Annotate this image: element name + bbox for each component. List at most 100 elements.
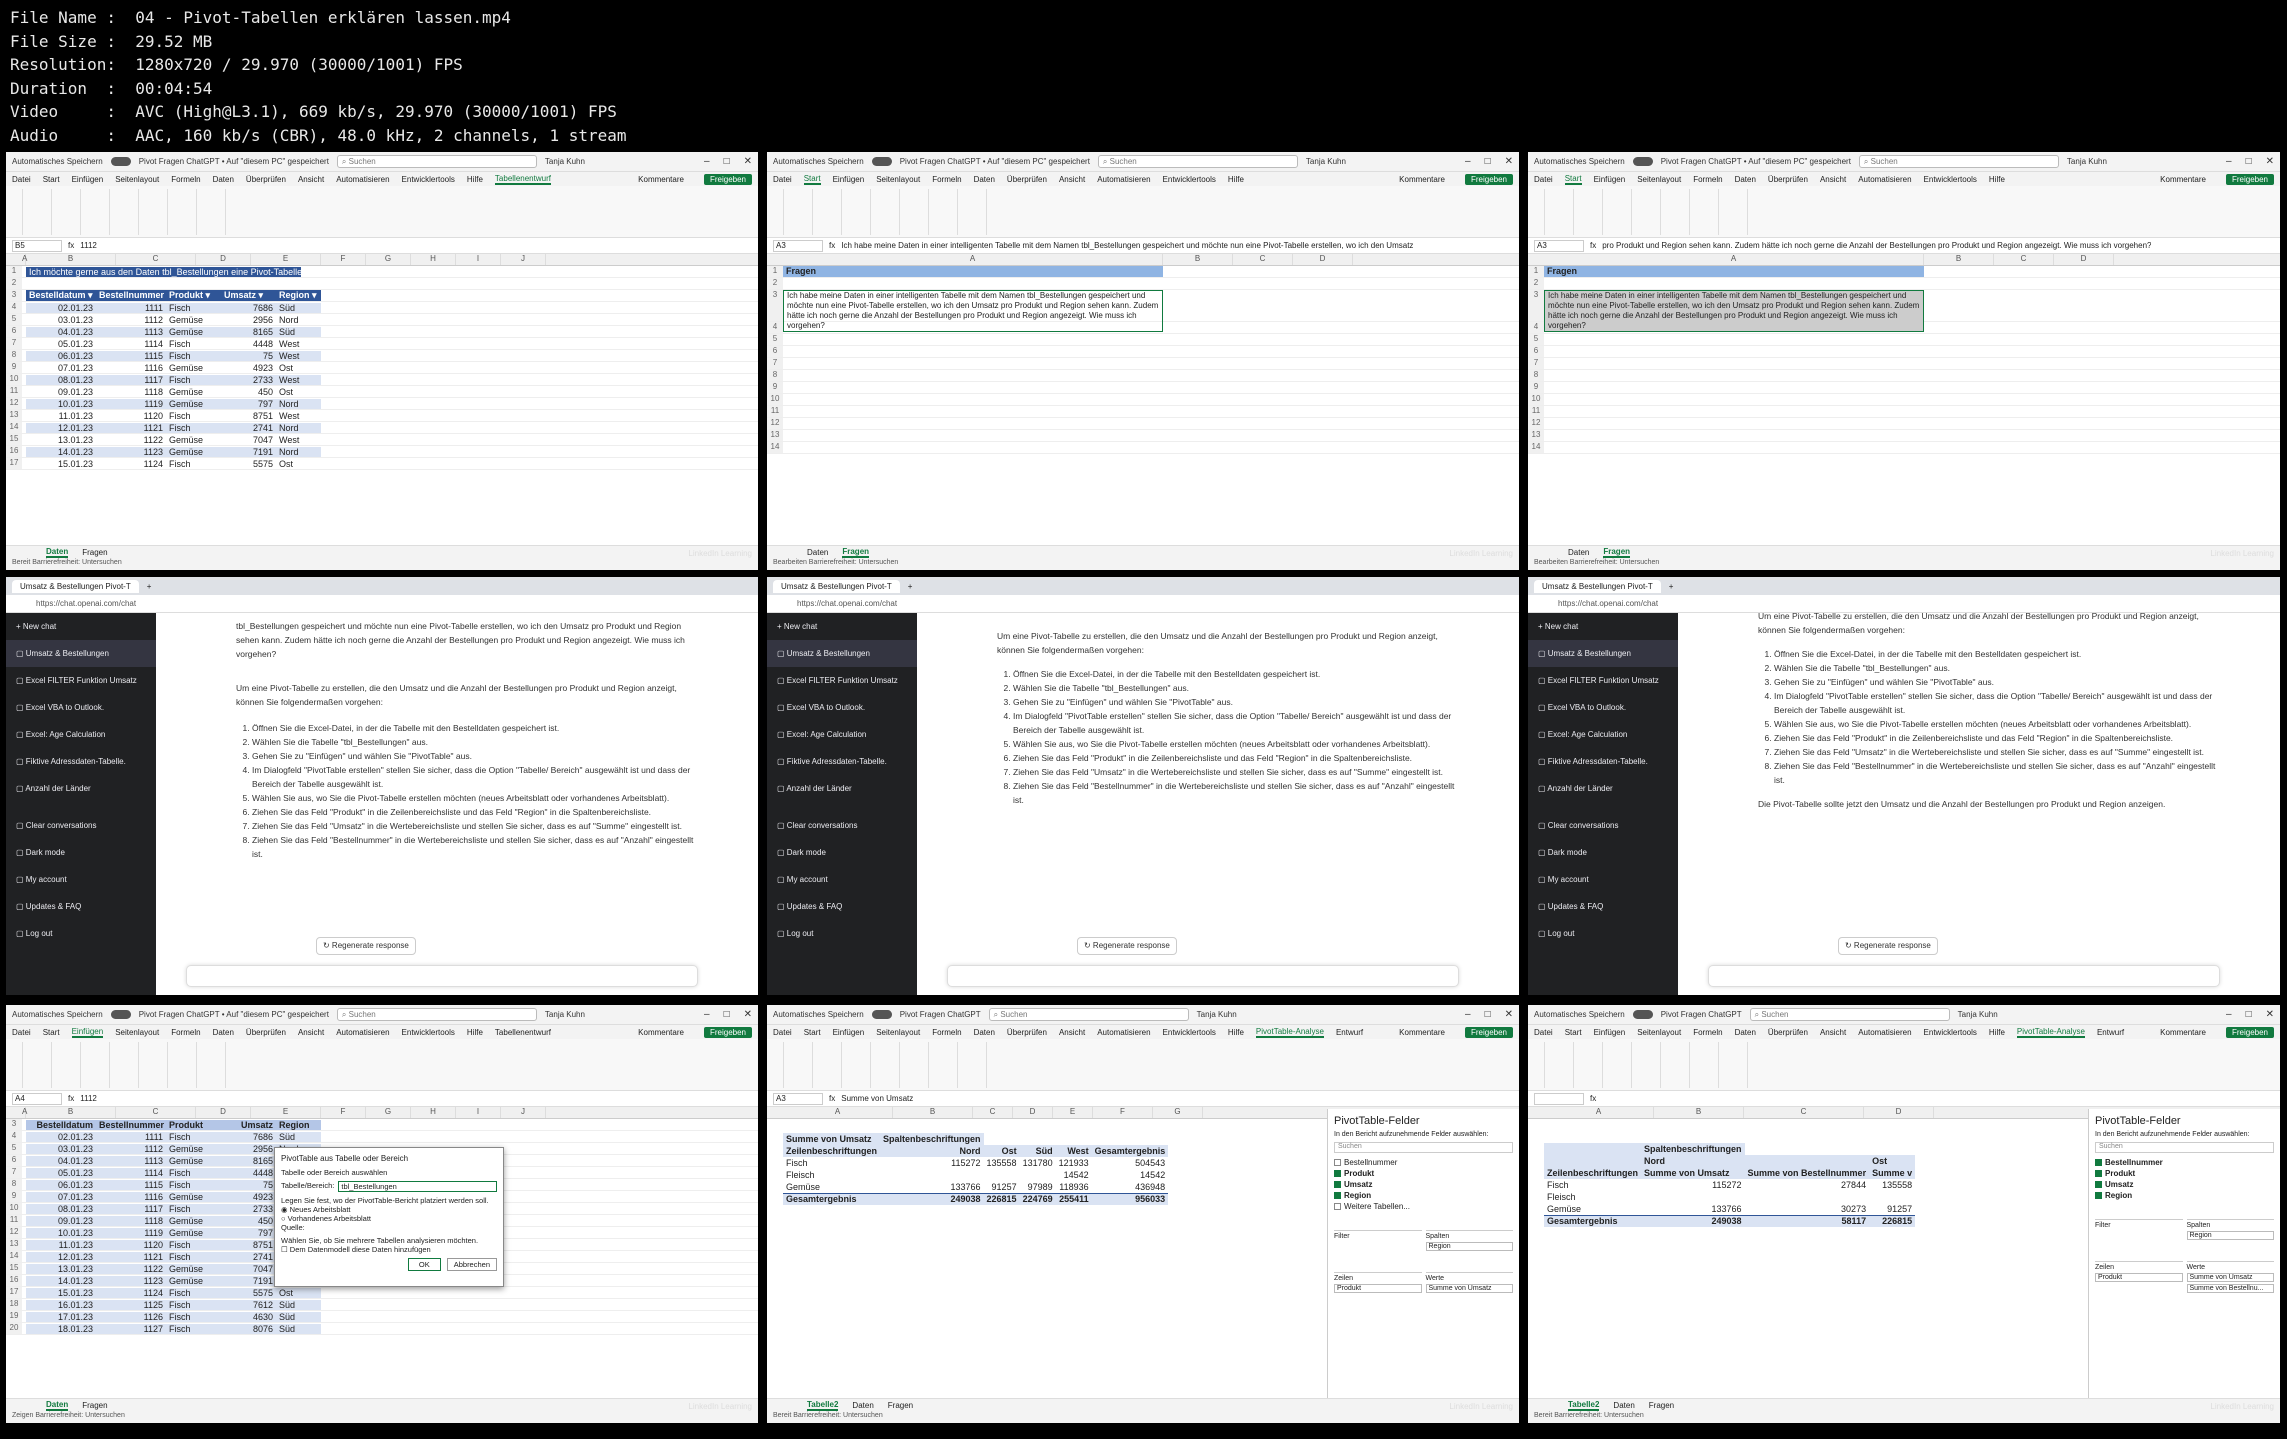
table-cell[interactable]: 02.01.23 (26, 1131, 96, 1142)
ribbon-tab[interactable]: Entwicklertools (402, 175, 455, 184)
column-header[interactable]: H (411, 254, 456, 265)
table-cell[interactable]: 450 (221, 1215, 276, 1226)
table-cell[interactable]: West (276, 435, 321, 445)
table-cell[interactable]: 15.01.23 (26, 459, 96, 469)
table-cell[interactable]: 1117 (96, 1203, 166, 1214)
table-cell[interactable]: 1115 (96, 1179, 166, 1190)
table-cell[interactable]: 2956 (221, 1143, 276, 1154)
field-item[interactable]: Bestellnummer (2095, 1157, 2274, 1168)
ribbon-tab[interactable]: Datei (1534, 1028, 1553, 1037)
autosave-toggle[interactable] (110, 157, 131, 166)
table-cell[interactable]: 07.01.23 (26, 1191, 96, 1202)
table-cell[interactable]: Gemüse (166, 363, 221, 373)
table-cell[interactable]: Fisch (166, 411, 221, 421)
close-icon[interactable]: ✕ (744, 1009, 752, 1020)
table-cell[interactable]: 75 (221, 1179, 276, 1190)
table-header[interactable]: Umsatz ▾ (221, 290, 276, 301)
table-cell[interactable]: 1115 (96, 350, 166, 361)
ribbon-tab[interactable]: Formeln (932, 1028, 961, 1037)
minimize-icon[interactable]: – (704, 156, 710, 167)
table-cell[interactable]: 2956 (221, 315, 276, 325)
formula-input[interactable]: 1112 (80, 1094, 97, 1103)
ribbon-tab[interactable]: Seitenlayout (115, 175, 159, 184)
table-cell[interactable]: Gemüse (166, 398, 221, 409)
table-cell[interactable]: Fisch (166, 1239, 221, 1250)
column-header[interactable]: F (321, 254, 366, 265)
ribbon-tab[interactable]: Ansicht (1059, 175, 1085, 184)
table-cell[interactable]: 1112 (96, 1143, 166, 1154)
ribbon-tab[interactable]: Überprüfen (1768, 175, 1808, 184)
table-cell[interactable]: Umsatz (221, 1119, 276, 1130)
ribbon-tab[interactable]: Start (43, 1028, 60, 1037)
table-cell[interactable]: 1122 (96, 435, 166, 445)
column-header[interactable]: B (1654, 1107, 1744, 1118)
ribbon-tab[interactable]: Seitenlayout (1637, 1028, 1681, 1037)
sidebar-item[interactable]: ▢ Excel VBA to Outlook. (767, 694, 917, 721)
ribbon-tab[interactable]: Hilfe (1228, 175, 1244, 184)
ribbon-tab[interactable]: Entwurf (1336, 1028, 1363, 1037)
column-header[interactable]: B (26, 254, 116, 265)
sidebar-item[interactable]: ▢ My account (6, 866, 156, 893)
sidebar-item[interactable]: ▢ Excel: Age Calculation (1528, 721, 1678, 748)
maximize-icon[interactable]: □ (724, 1009, 730, 1020)
sidebar-item[interactable]: ▢ Updates & FAQ (6, 893, 156, 920)
sidebar-item[interactable]: ▢ Anzahl der Länder (1528, 775, 1678, 802)
autosave-toggle[interactable] (871, 157, 892, 166)
table-cell[interactable]: 02.01.23 (26, 302, 96, 313)
comments-button[interactable]: Kommentare (1399, 1028, 1445, 1037)
table-cell[interactable]: 7686 (221, 1131, 276, 1142)
close-icon[interactable]: ✕ (1505, 1009, 1513, 1020)
field-item[interactable]: Weitere Tabellen... (1334, 1201, 1513, 1212)
minimize-icon[interactable]: – (2226, 156, 2232, 167)
table-cell[interactable]: Fisch (166, 1299, 221, 1310)
column-header[interactable]: D (1013, 1107, 1053, 1118)
close-icon[interactable]: ✕ (744, 156, 752, 167)
column-header[interactable]: D (196, 1107, 251, 1118)
ribbon-tab[interactable]: Datei (773, 1028, 792, 1037)
table-cell[interactable]: Ost (276, 1287, 321, 1298)
table-cell[interactable]: Produkt (166, 1119, 221, 1130)
area-field[interactable]: Summe von Umsatz (2186, 1273, 2274, 1282)
radio-new-sheet[interactable]: ◉ Neues Arbeitsblatt (281, 1205, 497, 1214)
sidebar-item[interactable]: ▢ Fiktive Adressdaten-Tabelle. (1528, 748, 1678, 775)
message-input[interactable] (186, 965, 698, 987)
regenerate-button[interactable]: ↻ Regenerate response (1077, 937, 1177, 955)
table-cell[interactable]: 12.01.23 (26, 1251, 96, 1262)
ribbon-tab[interactable]: Ansicht (298, 175, 324, 184)
sheet-tab[interactable]: Fragen (1603, 547, 1631, 558)
field-checkbox[interactable] (1334, 1159, 1341, 1166)
table-cell[interactable]: 1127 (96, 1323, 166, 1334)
column-header[interactable]: C (1233, 254, 1293, 265)
ribbon-tab[interactable]: Start (1565, 1028, 1582, 1037)
minimize-icon[interactable]: – (1465, 156, 1471, 167)
table-cell[interactable]: Süd (276, 1323, 321, 1334)
ribbon-tab[interactable]: Daten (974, 1028, 995, 1037)
autosave-toggle[interactable] (1632, 1010, 1653, 1019)
sidebar-item[interactable]: ▢ Fiktive Adressdaten-Tabelle. (6, 748, 156, 775)
field-item[interactable]: Region (1334, 1190, 1513, 1201)
table-cell[interactable]: 7047 (221, 435, 276, 445)
table-cell[interactable]: 18.01.23 (26, 1323, 96, 1334)
sheet-tab[interactable]: Daten (852, 1401, 873, 1410)
table-cell[interactable]: Gemüse (166, 435, 221, 445)
share-button[interactable]: Freigeben (2225, 173, 2274, 185)
table-cell[interactable]: 8076 (221, 1323, 276, 1334)
table-cell[interactable]: 09.01.23 (26, 1215, 96, 1226)
ribbon-tab[interactable]: Entwicklertools (1924, 175, 1977, 184)
sidebar-item[interactable]: ▢ Dark mode (6, 839, 156, 866)
table-cell[interactable]: 1113 (96, 1155, 166, 1166)
column-header[interactable]: C (116, 254, 196, 265)
ribbon-tab[interactable]: Daten (974, 175, 995, 184)
table-cell[interactable]: 75 (221, 350, 276, 361)
ribbon-tab[interactable]: PivotTable-Analyse (1255, 1027, 1324, 1038)
sheet-tab[interactable]: Tabelle2 (1568, 1400, 1600, 1411)
column-header[interactable]: E (251, 254, 321, 265)
table-cell[interactable]: 12.01.23 (26, 422, 96, 433)
table-cell[interactable]: Fisch (166, 1179, 221, 1190)
field-checkbox[interactable] (1334, 1170, 1341, 1177)
table-cell[interactable]: 08.01.23 (26, 1203, 96, 1214)
table-cell[interactable]: 06.01.23 (26, 350, 96, 361)
column-header[interactable]: H (411, 1107, 456, 1118)
table-cell[interactable]: 4923 (221, 363, 276, 373)
ribbon-tab[interactable]: Datei (12, 1028, 31, 1037)
